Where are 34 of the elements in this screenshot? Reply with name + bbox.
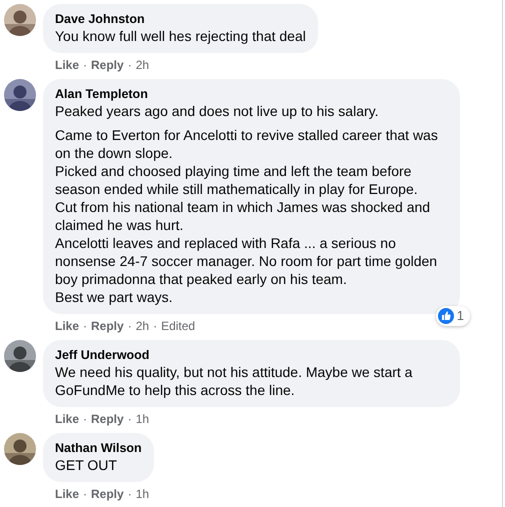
separator-dot: · [153, 318, 158, 334]
timestamp: 1h [136, 411, 150, 427]
action-link[interactable]: Like [55, 411, 80, 427]
timestamp: 2h [136, 57, 150, 73]
comment-text: Came to Everton for Ancelotti to revive stalled career that was on the down slope. Picked and choosed playing time and left the team before season ended while still mathematically in play for Europe. Cut from his national team in which James was shocked and claimed he was hurt. Ancelotti leaves and replaced with Rafa ... a serious no nonsense 24-7 soccer manager. No room for part time golden boy primadonna that peaked early on his team. Best we part ways. [55, 126, 439, 306]
timestamp: 1h [136, 486, 150, 502]
separator-dot: · [83, 57, 88, 73]
timestamp: 2h [136, 318, 150, 334]
separator-dot: · [128, 486, 132, 502]
action-link[interactable]: Like [55, 486, 80, 502]
comment-text: GET OUT [55, 456, 118, 474]
comment-text: Peaked years ago and does not live up to his salary. [55, 102, 380, 120]
separator-dot: · [83, 318, 88, 334]
reaction-count: 1 [456, 307, 464, 326]
action-link[interactable]: Reply [91, 318, 124, 334]
separator-dot: · [83, 486, 88, 502]
reaction-badge[interactable]: 1 [436, 306, 470, 326]
author-name[interactable]: Nathan Wilson [55, 440, 142, 456]
separator-dot: · [128, 411, 132, 427]
separator-dot: · [128, 57, 132, 73]
author-name[interactable]: Dave Johnston [55, 11, 306, 27]
action-link[interactable]: Like [55, 57, 80, 73]
action-link[interactable]: Reply [91, 57, 124, 73]
separator-dot: · [128, 318, 132, 334]
separator-dot: · [83, 411, 88, 427]
author-name[interactable]: Jeff Underwood [55, 347, 448, 363]
timestamp: Edited [161, 318, 196, 334]
thumbs-up-icon [438, 308, 454, 324]
comment-text: You know full well hes rejecting that deal [55, 27, 306, 45]
action-link[interactable]: Reply [91, 411, 124, 427]
author-name[interactable]: Alan Templeton [55, 86, 448, 102]
action-link[interactable]: Reply [91, 486, 124, 502]
comment-text: We need his quality, but not his attitude. Maybe we start a GoFundMe to help this across the line. [55, 363, 414, 399]
action-link[interactable]: Like [55, 318, 80, 334]
